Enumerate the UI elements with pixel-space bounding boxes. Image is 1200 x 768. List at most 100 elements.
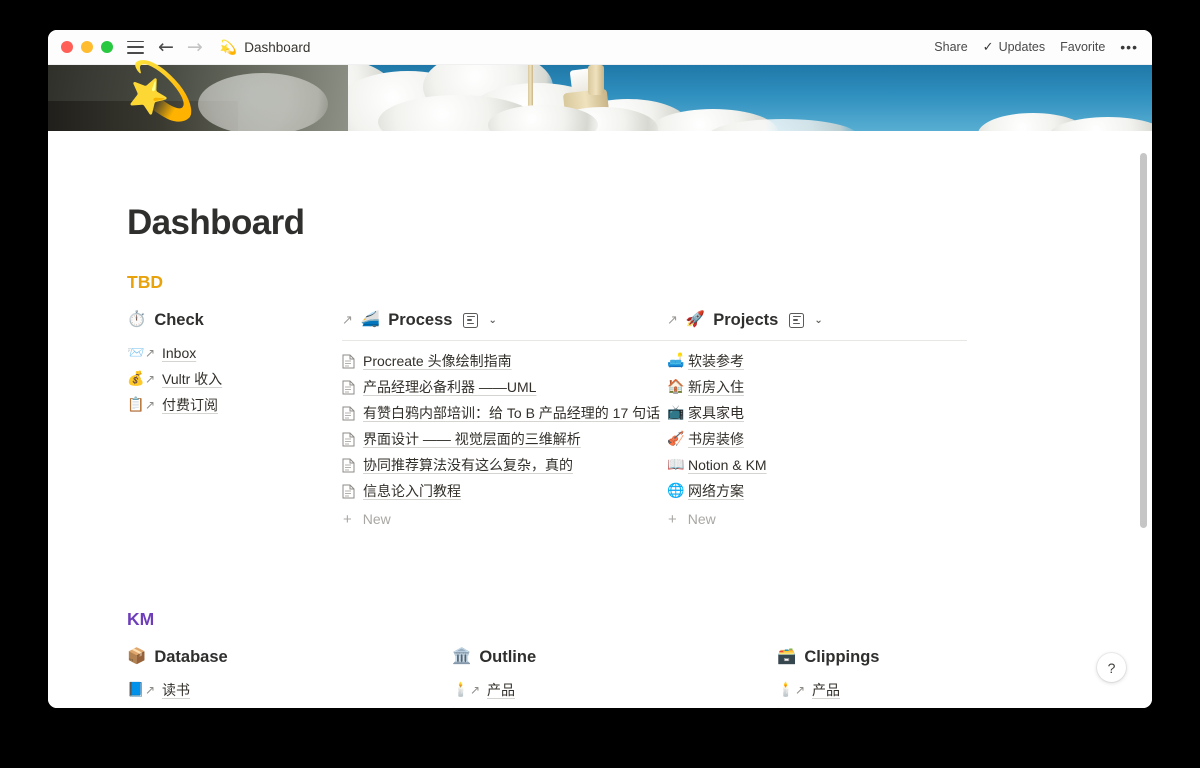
list-view-icon[interactable] (789, 312, 805, 328)
external-link-arrow-icon: ↗ (145, 372, 156, 386)
table-row[interactable]: 🛋️ 软装参考 (667, 348, 967, 374)
sidebar-toggle-icon[interactable] (127, 40, 144, 54)
check-icon: ✓ (982, 39, 994, 54)
table-row[interactable]: 界面设计 —— 视觉层面的三维解析 (342, 426, 667, 452)
updates-button[interactable]: ✓ Updates (983, 39, 1045, 55)
column-title: Outline (479, 647, 537, 666)
new-row-button[interactable]: + New (667, 506, 967, 532)
list-item[interactable]: 🕯️ ↗ 产品 (777, 677, 1077, 703)
page-content: Dashboard TBD ⏱️ Check 📨 ↗ Inbox 💰 ↗ Vul… (48, 203, 1152, 708)
column-database: 📦 Database 📘 ↗ 读书 🪪 ↗ 知识 🎮 (127, 645, 452, 708)
forward-icon[interactable]: → (187, 37, 203, 57)
minimize-window-button[interactable] (81, 41, 93, 53)
list-item-label: 付费订阅 (162, 397, 218, 413)
table-row[interactable]: 信息论入门教程 (342, 478, 667, 504)
list-item[interactable]: 📨 ↗ Inbox (127, 340, 342, 366)
external-link-arrow-icon: ↗ (470, 683, 481, 697)
breadcrumb[interactable]: 💫 Dashboard (220, 40, 310, 55)
favorite-button[interactable]: Favorite (1060, 40, 1105, 54)
list-item[interactable]: 🕯️ ↗ 产品 (452, 677, 777, 703)
database-header-process[interactable]: ↗ 🚄 Process ⌄ (342, 308, 667, 332)
list-item-label: 设计 (812, 706, 840, 708)
card-file-box-icon: 🗃️ (777, 647, 797, 666)
page-scroll-area[interactable]: Dashboard TBD ⏱️ Check 📨 ↗ Inbox 💰 ↗ Vul… (48, 131, 1152, 708)
globe-icon: 🌐 (667, 483, 685, 499)
database-title: Projects (713, 310, 779, 329)
stopwatch-icon: ⏱️ (127, 310, 147, 329)
breadcrumb-title: Dashboard (244, 39, 311, 55)
package-icon: 📦 (127, 647, 147, 666)
column-title: Database (154, 647, 228, 666)
page-cover-image (48, 65, 1152, 131)
external-link-arrow-icon: ↗ (145, 346, 156, 360)
table-row-label: 界面设计 —— 视觉层面的三维解析 (363, 431, 581, 447)
table-row[interactable]: 有赞白鸦内部培训：给 To B 产品经理的 17 句话 (342, 400, 667, 426)
table-row-label: Procreate 头像绘制指南 (363, 353, 512, 369)
table-row[interactable]: 📖 Notion & KM (667, 452, 967, 478)
maximize-window-button[interactable] (101, 41, 113, 53)
list-view-icon[interactable] (463, 312, 479, 328)
help-button[interactable]: ? (1097, 653, 1126, 682)
candle-icon: 🕯️ (452, 682, 470, 698)
section-heading-tbd: TBD (127, 272, 163, 292)
table-row[interactable]: 🌐 网络方案 (667, 478, 967, 504)
page-icon (342, 380, 363, 395)
table-row-label: 网络方案 (688, 483, 744, 499)
scrollbar-thumb[interactable] (1140, 153, 1147, 528)
title-bar: ← → 💫 Dashboard Share ✓ Updates Favorite… (48, 30, 1152, 65)
column-title: Check (154, 310, 204, 329)
column-title: Clippings (804, 647, 880, 666)
database-header-projects[interactable]: ↗ 🚀 Projects ⌄ (667, 308, 967, 332)
external-link-arrow-icon: ↗ (145, 683, 156, 697)
new-row-button[interactable]: + New (342, 506, 667, 532)
column-header-database: 📦 Database (127, 645, 452, 669)
external-link-arrow-icon: ↗ (667, 312, 678, 327)
column-header-clippings: 🗃️ Clippings (777, 645, 1077, 669)
back-icon[interactable]: ← (158, 37, 174, 57)
list-item[interactable]: 📋 ↗ 付费订阅 (127, 392, 342, 418)
column-check: ⏱️ Check 📨 ↗ Inbox 💰 ↗ Vultr 收入 📋 ↗ 付费订阅 (127, 308, 342, 532)
table-row[interactable]: Procreate 头像绘制指南 (342, 348, 667, 374)
table-row[interactable]: 📺 家具家电 (667, 400, 967, 426)
column-header-check: ⏱️ Check (127, 308, 342, 332)
table-row[interactable]: 协同推荐算法没有这么复杂，真的 (342, 452, 667, 478)
page-icon-emoji[interactable]: 💫 (126, 64, 196, 120)
page-icon (342, 458, 363, 473)
column-outline: 🏛️ Outline 🕯️ ↗ 产品 📐 ↗ 设计 ⌨️ (452, 645, 777, 708)
chevron-down-icon[interactable]: ⌄ (488, 315, 496, 326)
divider (667, 340, 967, 341)
share-button[interactable]: Share (934, 40, 967, 54)
more-options-icon[interactable]: ••• (1120, 39, 1138, 55)
table-row-label: 信息论入门教程 (363, 483, 461, 499)
scrollbar-track[interactable] (1139, 131, 1150, 708)
list-item[interactable]: 💰 ↗ Vultr 收入 (127, 366, 342, 392)
list-item-label: 读书 (162, 682, 190, 698)
list-item[interactable]: 📐 ↗ 设计 (452, 703, 777, 708)
table-row-label: 有赞白鸦内部培训：给 To B 产品经理的 17 句话 (363, 405, 661, 421)
table-row[interactable]: 🏠 新房入住 (667, 374, 967, 400)
list-item[interactable]: 🪪 ↗ 知识 (127, 703, 452, 708)
list-item[interactable]: 📘 ↗ 读书 (127, 677, 452, 703)
column-header-outline: 🏛️ Outline (452, 645, 777, 669)
page-icon (342, 354, 363, 369)
list-item-label: Vultr 收入 (162, 371, 223, 387)
new-row-label: New (362, 511, 391, 527)
column-process: ↗ 🚄 Process ⌄ Procreate 头像绘制指南 产品经理必备利器 … (342, 308, 667, 532)
external-link-arrow-icon: ↗ (145, 398, 156, 412)
new-row-label: New (687, 511, 716, 527)
table-row[interactable]: 🎻 书房装修 (667, 426, 967, 452)
classical-building-icon: 🏛️ (452, 647, 472, 666)
window-controls (61, 41, 113, 53)
breadcrumb-page-icon: 💫 (219, 39, 238, 55)
page-icon (342, 432, 363, 447)
table-row[interactable]: 产品经理必备利器 ——UML (342, 374, 667, 400)
page-icon (342, 406, 363, 421)
database-title: Process (388, 310, 453, 329)
chevron-down-icon[interactable]: ⌄ (814, 315, 822, 326)
page-icon (342, 484, 363, 499)
list-item-label: 产品 (812, 682, 840, 698)
blue-book-icon: 📘 (127, 682, 145, 698)
list-item[interactable]: 📐 ↗ 设计 (777, 703, 1077, 708)
app-window: ← → 💫 Dashboard Share ✓ Updates Favorite… (48, 30, 1152, 708)
close-window-button[interactable] (61, 41, 73, 53)
